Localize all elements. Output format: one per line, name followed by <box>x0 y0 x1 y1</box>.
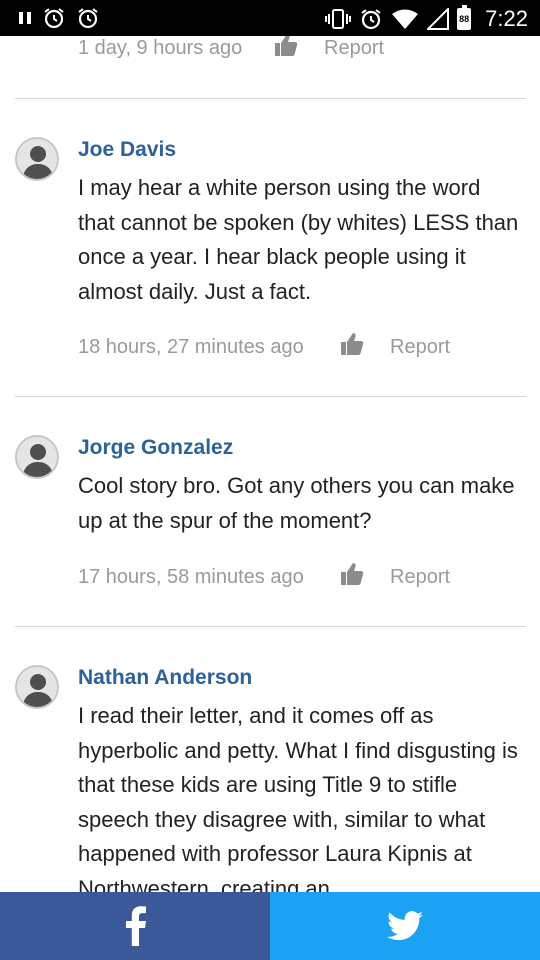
pause-icon <box>19 12 31 24</box>
facebook-share-button[interactable] <box>0 892 270 960</box>
comment-author[interactable]: Nathan Anderson <box>78 666 252 690</box>
like-thumb-icon[interactable] <box>272 36 300 59</box>
like-thumb-icon[interactable] <box>338 560 366 588</box>
like-thumb-icon[interactable] <box>338 330 366 358</box>
comment-timestamp: 18 hours, 27 minutes ago <box>78 336 304 358</box>
comment-body: I may hear a white person using the word… <box>78 175 519 304</box>
avatar <box>15 665 59 709</box>
comment-meta: 17 hours, 58 minutes ago Report <box>78 563 518 592</box>
avatar <box>15 435 59 479</box>
alarm-icon <box>44 8 64 29</box>
divider <box>15 626 526 627</box>
comment-meta: 18 hours, 27 minutes ago Report <box>78 333 518 362</box>
vibrate-icon <box>325 9 352 29</box>
report-link[interactable]: Report <box>324 37 384 60</box>
comment-timestamp: 17 hours, 58 minutes ago <box>78 566 304 588</box>
status-bar: 88 7:22 <box>0 0 540 36</box>
twitter-icon <box>387 911 423 941</box>
status-time: 7:22 <box>485 6 528 31</box>
comment-author[interactable]: Jorge Gonzalez <box>78 436 233 460</box>
signal-icon <box>427 8 450 30</box>
battery-icon: 88 <box>457 5 472 30</box>
comment-body: Cool story bro. Got any others you can m… <box>78 473 515 533</box>
alarm-icon <box>78 8 98 29</box>
divider <box>15 396 526 397</box>
comment-meta: 1 day, 9 hours ago Report <box>78 36 518 63</box>
avatar <box>15 137 59 181</box>
facebook-icon <box>126 906 146 946</box>
alarm-icon <box>361 9 381 30</box>
twitter-share-button[interactable] <box>270 892 540 960</box>
report-link[interactable]: Report <box>390 336 450 359</box>
comment-timestamp: 1 day, 9 hours ago <box>78 37 243 59</box>
divider <box>15 98 526 99</box>
comments-list[interactable]: 1 day, 9 hours ago Report Joe Davis I ma… <box>0 36 540 892</box>
comment-body: I read their letter, and it comes off as… <box>78 703 518 892</box>
report-link[interactable]: Report <box>390 566 450 589</box>
share-bar <box>0 892 540 960</box>
battery-level: 88 <box>459 10 469 28</box>
wifi-icon <box>392 9 419 29</box>
comment-author[interactable]: Joe Davis <box>78 138 176 162</box>
